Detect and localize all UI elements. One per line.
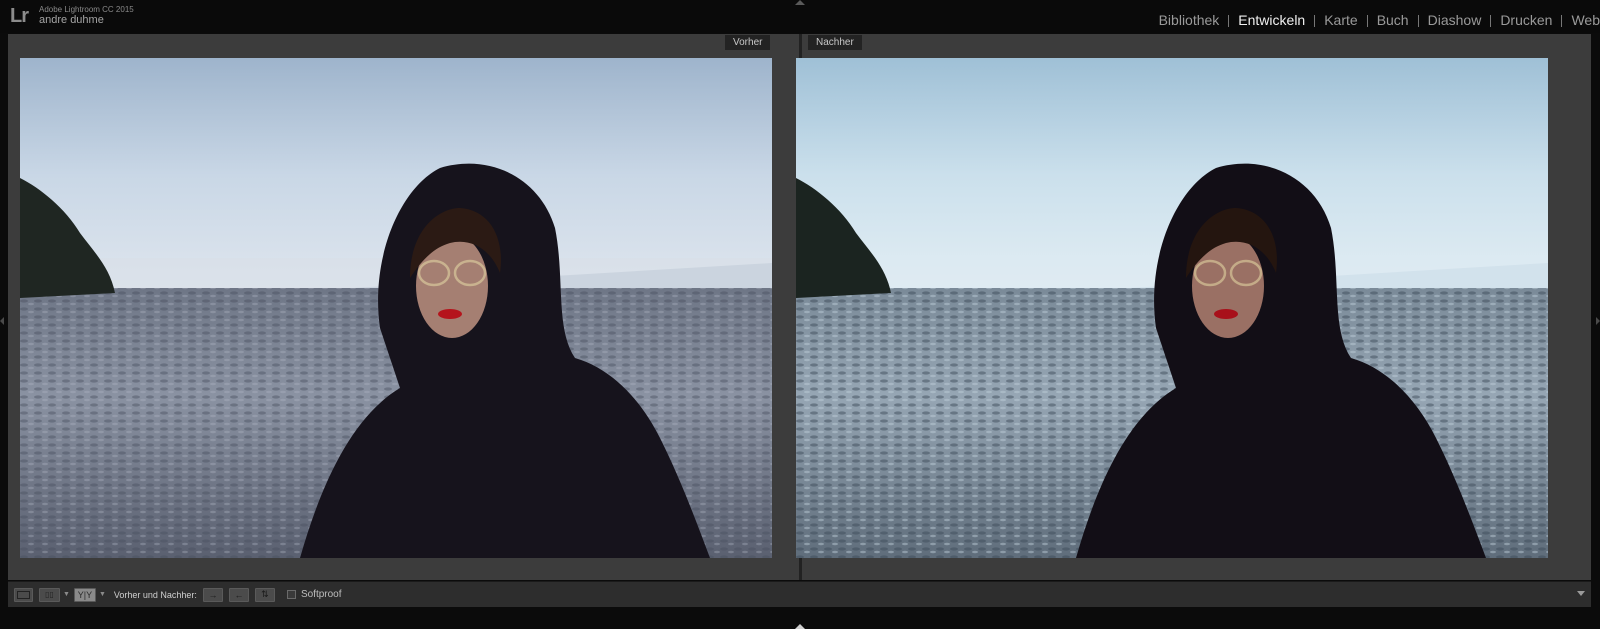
loupe-view-button[interactable] — [14, 587, 33, 602]
softproof-label: Softproof — [300, 589, 342, 600]
user-name: andre duhme — [39, 14, 104, 26]
toolbar-options-chevron-icon[interactable] — [1577, 591, 1585, 596]
lightroom-logo: Lr — [10, 5, 29, 27]
module-bibliothek[interactable]: Bibliothek — [1150, 12, 1229, 29]
copy-after-to-before-button[interactable]: ← — [228, 587, 249, 602]
swap-icon: ⇅ — [261, 589, 269, 599]
left-panel-toggle-icon[interactable] — [0, 317, 4, 325]
module-karte[interactable]: Karte — [1315, 12, 1366, 29]
yy-view-button[interactable]: Y|Y — [73, 587, 96, 602]
module-picker: Bibliothek Entwickeln Karte Buch Diashow… — [1150, 12, 1600, 29]
before-after-icon: ▯▯ — [45, 590, 54, 599]
before-photo[interactable] — [20, 58, 772, 558]
softproof-checkbox[interactable] — [286, 590, 296, 599]
after-label: Nachher — [808, 35, 862, 50]
module-buch[interactable]: Buch — [1368, 12, 1418, 29]
module-entwickeln[interactable]: Entwickeln — [1229, 12, 1314, 29]
chevron-down-icon[interactable]: ▼ — [63, 591, 70, 598]
app-name: Adobe Lightroom CC 2015 — [39, 5, 134, 14]
bottom-panel-toggle-icon[interactable] — [795, 624, 805, 629]
before-after-label: Vorher und Nachher: — [113, 589, 197, 600]
swap-before-after-button[interactable]: ⇅ — [254, 587, 275, 602]
before-label: Vorher — [725, 35, 771, 50]
copy-before-to-after-button[interactable]: → — [202, 587, 223, 602]
identity-plate-bar: Lr Adobe Lightroom CC 2015 andre duhme B… — [0, 0, 1600, 33]
before-after-view-button[interactable]: ▯▯ — [39, 587, 60, 602]
module-web[interactable]: Web — [1562, 12, 1600, 29]
arrow-left-icon: ← — [234, 589, 244, 600]
bottom-toolbar: ▯▯ ▼ Y|Y ▼ Vorher und Nachher: → ← ⇅ Sof… — [8, 581, 1591, 607]
module-diashow[interactable]: Diashow — [1419, 12, 1491, 29]
module-drucken[interactable]: Drucken — [1491, 12, 1561, 29]
after-photo[interactable] — [796, 58, 1548, 558]
loupe-view-icon — [17, 590, 30, 599]
chevron-down-icon[interactable]: ▼ — [99, 591, 106, 598]
top-panel-toggle-icon[interactable] — [795, 0, 805, 5]
right-panel-toggle-icon[interactable] — [1596, 317, 1600, 325]
arrow-right-icon: → — [208, 589, 218, 600]
yy-label: Y|Y — [77, 589, 93, 600]
